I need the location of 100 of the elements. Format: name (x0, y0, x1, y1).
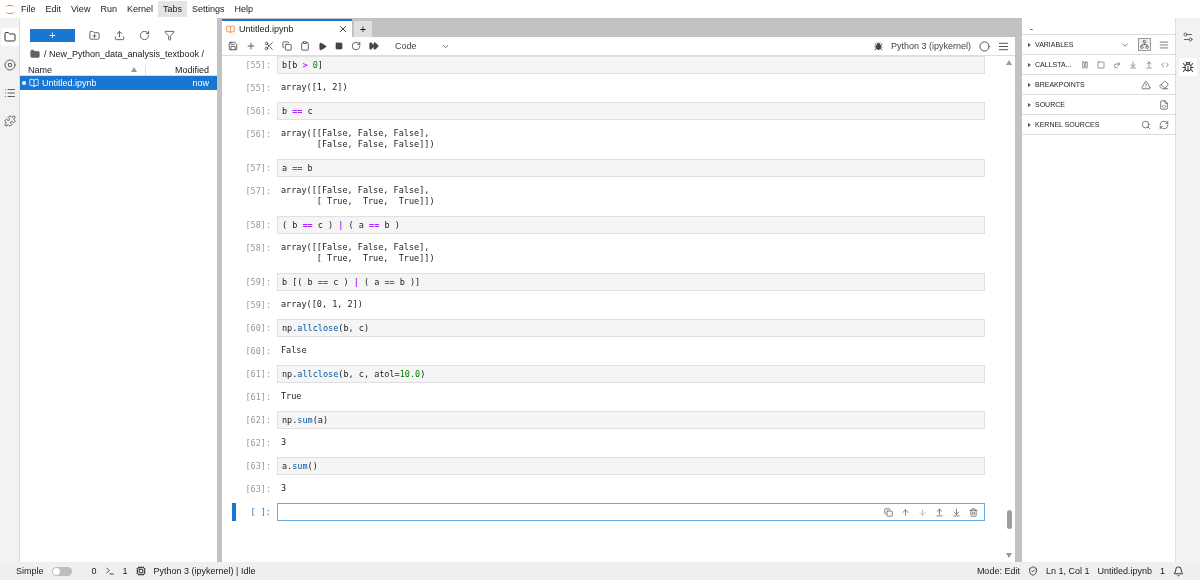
kernel-status-icon[interactable] (979, 40, 990, 52)
filter-icon[interactable] (164, 29, 175, 41)
cell-output: array([[False, False, False], [ True, True, True]]) (280, 184, 435, 208)
cell-type-dropdown[interactable]: Code (391, 41, 454, 51)
step-into-icon[interactable] (1129, 60, 1137, 69)
code-input[interactable]: a.sum() (277, 457, 985, 475)
menu-item[interactable]: View (66, 1, 96, 17)
active-cell-bar (232, 503, 236, 521)
input-prompt: [ ]: (249, 506, 272, 518)
close-icon[interactable] (338, 24, 348, 34)
breadcrumb-path[interactable]: / New_Python_data_analysis_textbook / (44, 49, 205, 59)
terminal-icon[interactable] (104, 566, 115, 576)
step-over-icon[interactable] (1113, 60, 1121, 69)
scrollbar-thumb[interactable] (1006, 510, 1012, 529)
output-prompt: [59]: (244, 299, 272, 311)
bug-icon (1182, 61, 1194, 73)
terminal-count[interactable]: 0 (91, 566, 97, 576)
cell-output: array([[False, False, False], [ True, True, True]]) (280, 241, 435, 265)
notebook-tab[interactable]: Untitled.ipynb (222, 19, 352, 37)
fast-forward-icon[interactable] (369, 41, 379, 51)
kernel-status[interactable]: Python 3 (ipykernel) | Idle (153, 566, 256, 576)
file-name: Untitled.ipynb (42, 78, 98, 88)
run-icon[interactable] (318, 41, 327, 51)
menu-item[interactable]: Kernel (121, 1, 158, 17)
input-prompt: [59]: (244, 276, 272, 288)
menu-item[interactable]: File (16, 1, 41, 17)
menu-item[interactable]: Tabs (157, 1, 187, 17)
cell-output: False (280, 344, 307, 357)
new-launcher-button[interactable]: + (30, 28, 75, 42)
file-icon[interactable] (1159, 99, 1169, 110)
output-prompt: [63]: (244, 483, 272, 495)
refresh-icon[interactable] (139, 29, 150, 41)
upload-icon[interactable] (114, 29, 125, 41)
kernel-name[interactable]: Python 3 (ipykernel) (890, 41, 971, 51)
notebook-icon (29, 78, 39, 88)
move-up-icon[interactable] (901, 507, 910, 517)
code-input[interactable] (277, 503, 985, 521)
delete-icon[interactable] (969, 507, 978, 517)
menu-item[interactable]: Settings (186, 1, 230, 17)
cell-output: 3 (280, 436, 287, 449)
paste-icon[interactable] (300, 41, 310, 51)
duplicate-icon[interactable] (884, 507, 893, 517)
code-input[interactable]: b == c (277, 102, 985, 120)
folder-icon[interactable] (30, 49, 40, 59)
save-icon[interactable] (228, 41, 238, 51)
cell-output: array([[False, False, False], [False, False, False]]) (280, 127, 435, 151)
search-icon[interactable] (1141, 119, 1151, 130)
kernel-icon[interactable] (135, 566, 146, 576)
file-row[interactable]: Untitled.ipynb now (20, 76, 217, 90)
menu-item[interactable]: Edit (40, 1, 67, 17)
input-prompt: [63]: (244, 460, 272, 472)
code-input[interactable]: ( b == c ) | ( a == b ) (277, 216, 985, 234)
bug-tab[interactable] (1179, 58, 1197, 76)
simple-mode-switch[interactable] (51, 566, 72, 576)
input-prompt: [56]: (244, 105, 272, 117)
code-input[interactable]: a == b (277, 159, 985, 177)
output-prompt: [61]: (244, 391, 272, 403)
bug-icon[interactable] (873, 41, 883, 51)
notebook-icon (226, 24, 235, 34)
bell-icon[interactable] (1173, 565, 1184, 577)
folder-icon (3, 31, 16, 43)
shield-check-icon[interactable] (1027, 566, 1038, 576)
code-input[interactable]: np.allclose(b, c) (277, 319, 985, 337)
file-name: Untitled.ipynb (1097, 566, 1152, 576)
code-input[interactable]: b [( b == c ) | ( a == b )] (277, 273, 985, 291)
menu-icon[interactable] (998, 40, 1009, 52)
pause-icon[interactable] (1081, 60, 1089, 69)
refresh-icon[interactable] (1159, 119, 1169, 130)
output-prompt: [56]: (244, 128, 272, 140)
stop-icon[interactable] (335, 42, 343, 50)
menu-item[interactable]: Run (95, 1, 122, 17)
cell-output: True (280, 390, 302, 403)
menu-item[interactable]: Help (229, 1, 258, 17)
output-prompt: [60]: (244, 345, 272, 357)
restart-icon[interactable] (351, 41, 361, 51)
step-out-icon[interactable] (1145, 60, 1153, 69)
input-prompt: [62]: (244, 414, 272, 426)
cursor-position[interactable]: Ln 1, Col 1 (1045, 566, 1090, 576)
copy-icon[interactable] (282, 41, 292, 51)
input-prompt: [61]: (244, 368, 272, 380)
input-prompt: [57]: (244, 162, 272, 174)
insert-below-icon[interactable] (952, 507, 961, 517)
new-tab-button[interactable]: + (354, 21, 372, 37)
notification-count[interactable]: 1 (1160, 566, 1165, 576)
code-input[interactable]: np.sum(a) (277, 411, 985, 429)
kernel-count[interactable]: 1 (122, 566, 128, 576)
code-input[interactable]: np.allclose(b, c, atol=10.0) (277, 365, 985, 383)
insert-above-icon[interactable] (935, 507, 944, 517)
logo-icon (4, 2, 16, 16)
tree-view-toggle[interactable] (1138, 38, 1151, 51)
cut-icon[interactable] (264, 41, 274, 51)
new-folder-icon[interactable] (89, 29, 100, 41)
plus-icon[interactable] (246, 41, 256, 51)
folder-tab[interactable] (0, 28, 19, 46)
code-input[interactable]: b[b > 0] (277, 56, 985, 74)
output-prompt: [62]: (244, 437, 272, 449)
eraser-icon[interactable] (1159, 79, 1169, 90)
mode-indicator: Mode: Edit (976, 566, 1020, 576)
warning-icon[interactable] (1141, 79, 1151, 90)
stop-circle-icon (3, 59, 16, 71)
